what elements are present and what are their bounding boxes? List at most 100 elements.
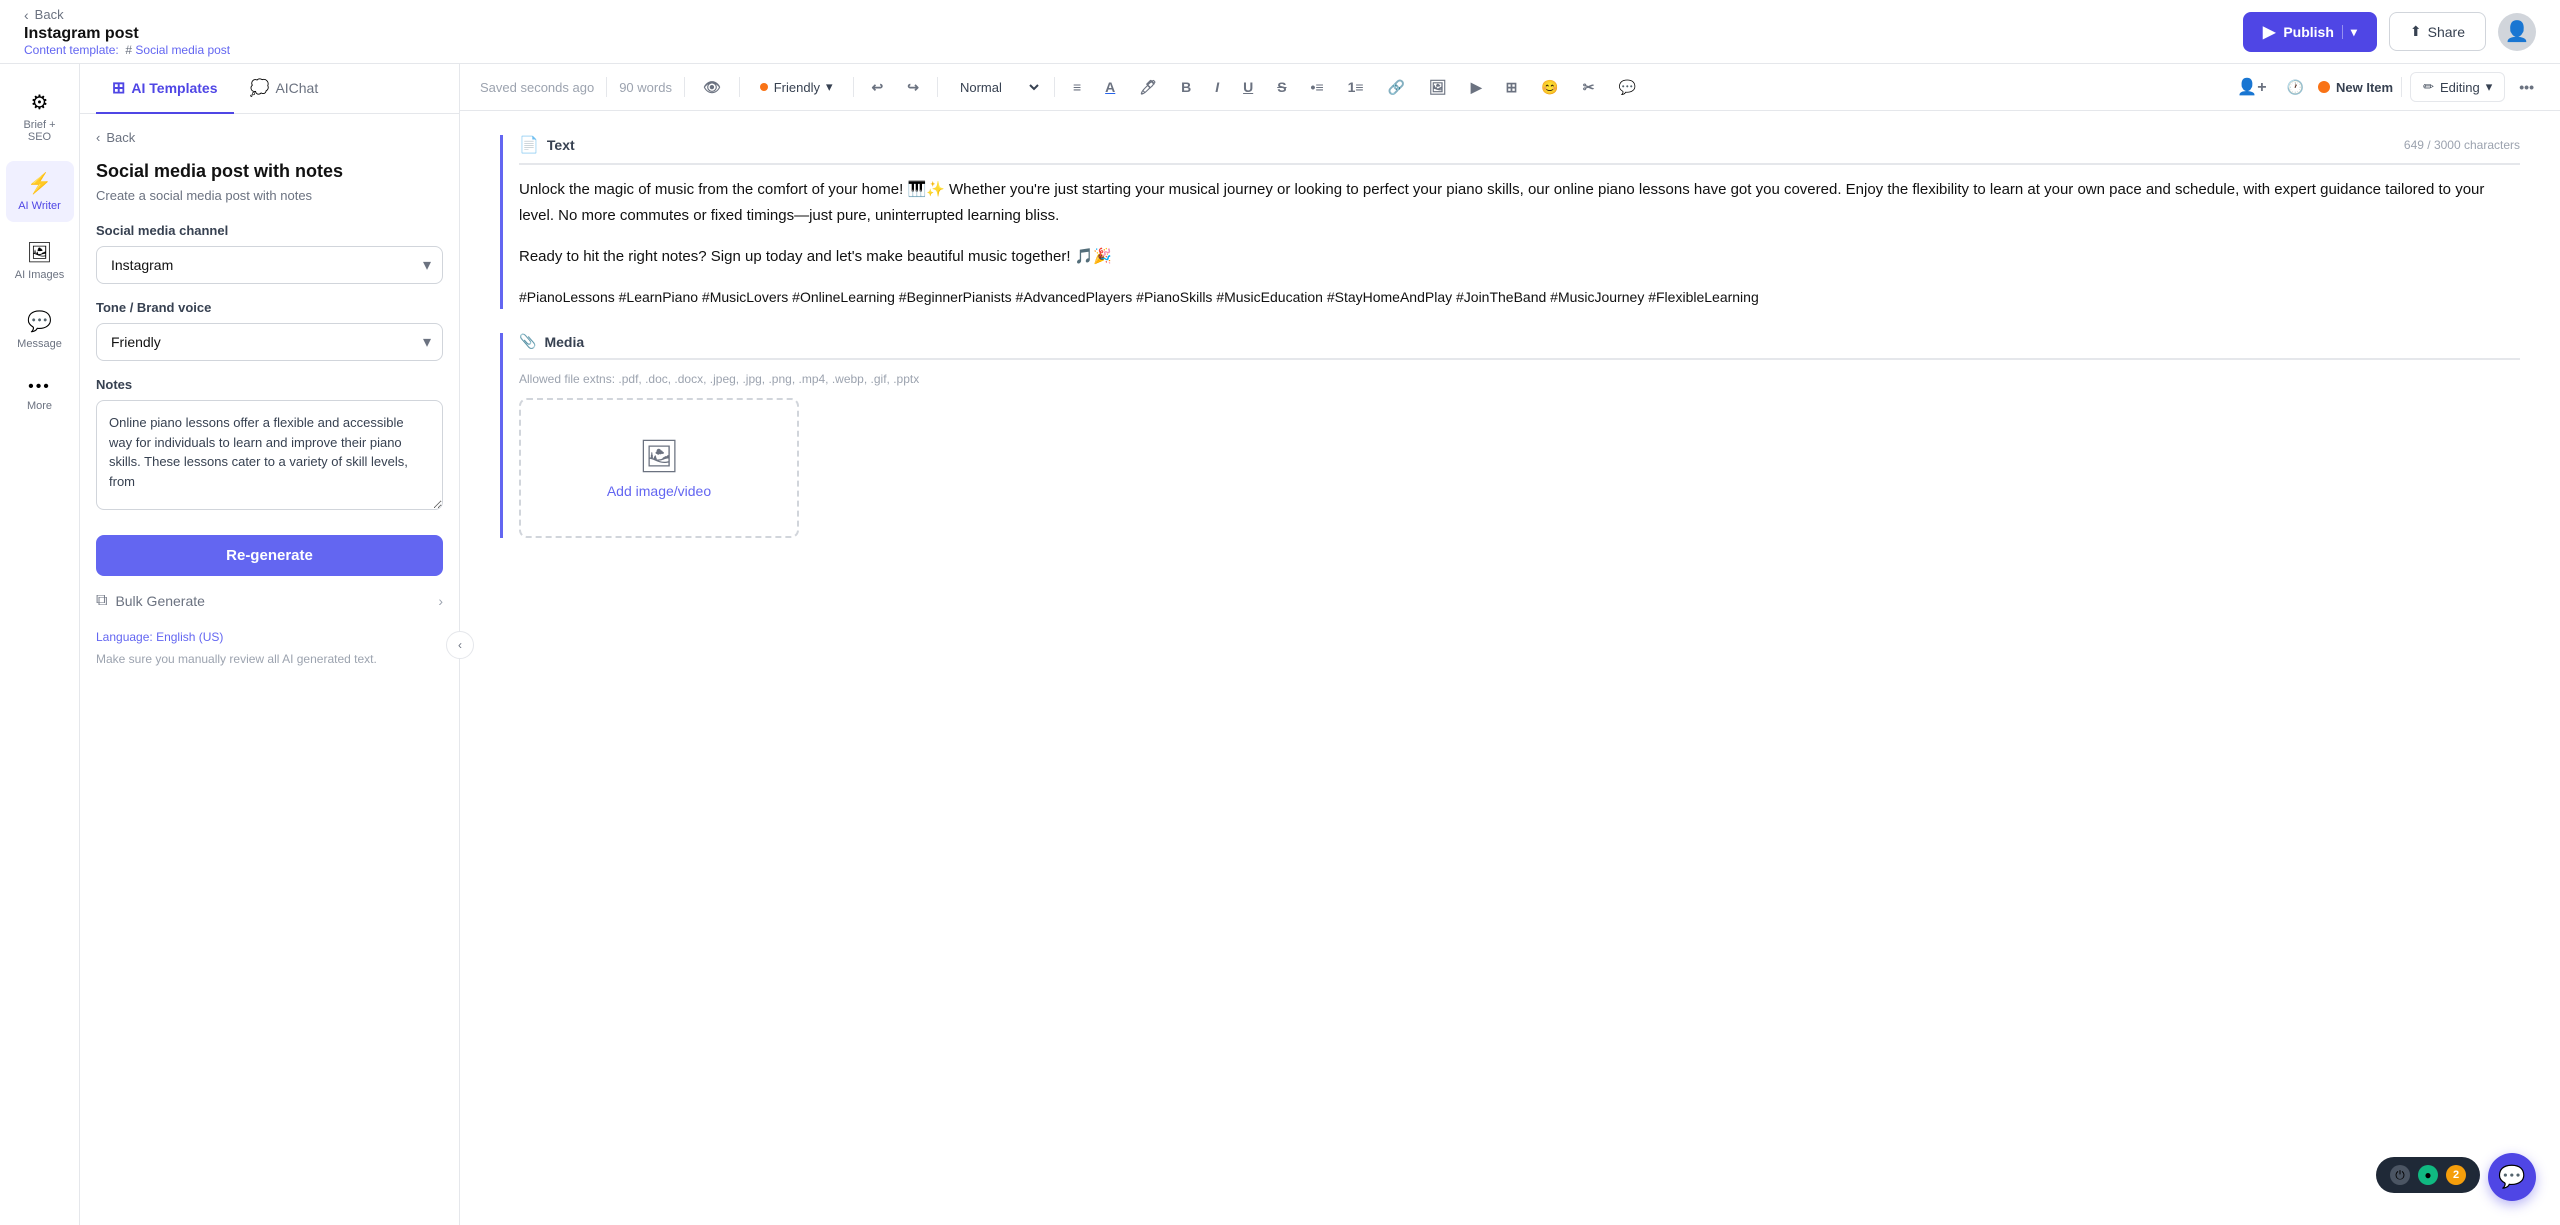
tone-dropdown[interactable]: Friendly ▾ — [752, 75, 841, 99]
chat-button[interactable]: 💬 — [2488, 1153, 2536, 1201]
sidebar-brief-seo-label: Brief + SEO — [14, 119, 66, 143]
divider-2 — [684, 77, 685, 97]
assign-user-button[interactable]: 👤+ — [2231, 73, 2272, 101]
bold-icon: B — [1181, 79, 1191, 95]
notes-textarea[interactable]: Online piano lessons offer a flexible an… — [96, 400, 443, 510]
divider-3 — [739, 77, 740, 97]
more-options-icon: ••• — [2519, 79, 2534, 95]
numbered-list-button[interactable]: 1≡ — [1342, 75, 1370, 99]
toolbar-right: 👤+ 🕐 New Item ✏ Editing ▾ •• — [2231, 72, 2540, 102]
history-button[interactable]: 🕐 — [2281, 75, 2310, 100]
editor-text[interactable]: Unlock the magic of music from the comfo… — [519, 177, 2520, 309]
breadcrumb-prefix: Content template: — [24, 43, 119, 57]
bulk-generate-icon: ⧉ — [96, 592, 107, 610]
sidebar-message-label: Message — [17, 338, 62, 350]
visibility-button[interactable]: 👁 — [697, 75, 727, 100]
more-options-button[interactable]: ••• — [2513, 75, 2540, 99]
breadcrumb: Content template: # Social media post — [24, 43, 230, 57]
upload-image-icon: 🖼 — [639, 437, 680, 475]
tab-ai-chat[interactable]: 💭 AIChat — [234, 64, 335, 114]
emoji-icon: 😊 — [1541, 79, 1558, 96]
bulk-generate-button[interactable]: ⧉ Bulk Generate › — [96, 592, 443, 610]
italic-button[interactable]: I — [1209, 75, 1225, 99]
undo-button[interactable]: ↩ — [866, 75, 890, 100]
header-right: ▶ Publish ▾ ⬆ Share 👤 — [2243, 12, 2536, 52]
assign-user-icon: 👤+ — [2237, 77, 2266, 97]
pencil-icon: ✏ — [2423, 79, 2434, 95]
left-panel: ⊞ AI Templates 💭 AIChat ‹ Back Social me… — [80, 64, 460, 1225]
divider-1 — [606, 77, 607, 97]
disclaimer-text: Make sure you manually review all AI gen… — [96, 652, 443, 666]
editing-mode-button[interactable]: ✏ Editing ▾ — [2410, 72, 2505, 102]
tone-select[interactable]: Friendly Professional Casual Formal — [96, 323, 443, 361]
avatar[interactable]: 👤 — [2498, 13, 2536, 51]
text-block-header: 📄 Text 649 / 3000 characters — [519, 135, 2520, 165]
bullet-list-icon: •≡ — [1311, 79, 1324, 95]
collapse-panel-button[interactable]: ‹ — [446, 631, 474, 659]
breadcrumb-link[interactable]: Social media post — [135, 43, 230, 57]
sidebar-item-more[interactable]: ••• More — [6, 368, 74, 422]
text-hashtags: #PianoLessons #LearnPiano #MusicLovers #… — [519, 286, 2520, 310]
bullet-list-button[interactable]: •≡ — [1305, 75, 1330, 99]
page-title: Instagram post — [24, 25, 230, 43]
bold-button[interactable]: B — [1175, 75, 1197, 99]
upload-link-label[interactable]: Add image/video — [607, 483, 711, 499]
allowed-file-types: Allowed file extns: .pdf, .doc, .docx, .… — [519, 372, 2520, 386]
redo-button[interactable]: ↪ — [901, 75, 925, 100]
share-button[interactable]: ⬆ Share — [2389, 12, 2486, 51]
tone-field-group: Tone / Brand voice Friendly Professional… — [96, 300, 443, 361]
language-value[interactable]: English (US) — [156, 630, 223, 644]
table-button[interactable]: ⊞ — [1500, 75, 1524, 100]
text-paragraph-2: Ready to hit the right notes? Sign up to… — [519, 244, 2520, 270]
more-icon: ••• — [28, 378, 51, 396]
sidebar-ai-writer-label: AI Writer — [18, 200, 61, 212]
strikethrough-button[interactable]: S — [1271, 75, 1292, 99]
emoji-button[interactable]: 😊 — [1535, 75, 1564, 100]
text-color-icon: A — [1105, 79, 1115, 95]
new-item-dot — [2318, 81, 2330, 93]
text-content-block: 📄 Text 649 / 3000 characters Unlock the … — [500, 135, 2520, 309]
strikethrough-icon: S — [1277, 79, 1286, 95]
panel-back-button[interactable]: ‹ Back — [96, 130, 443, 145]
link-icon: 🔗 — [1388, 79, 1405, 96]
redo-icon: ↪ — [907, 79, 919, 96]
publish-chevron-icon: ▾ — [2342, 25, 2357, 39]
publish-arrow-icon: ▶ — [2263, 22, 2275, 42]
table-icon: ⊞ — [1506, 79, 1518, 96]
indicator-badge: 2 — [2446, 1165, 2466, 1185]
image-insert-icon: 🖼 — [1429, 79, 1447, 96]
media-content-block: 📎 Media Allowed file extns: .pdf, .doc, … — [500, 333, 2520, 538]
tone-select-wrapper: Friendly Professional Casual Formal ▾ — [96, 323, 443, 361]
sidebar-item-ai-writer[interactable]: ⚡ AI Writer — [6, 161, 74, 222]
channel-label: Social media channel — [96, 223, 443, 238]
publish-button[interactable]: ▶ Publish ▾ — [2243, 12, 2377, 52]
sidebar-item-message[interactable]: 💬 Message — [6, 299, 74, 360]
image-insert-button[interactable]: 🖼 — [1423, 75, 1453, 100]
highlight-button[interactable]: 🖊 — [1133, 75, 1163, 100]
char-count: 649 / 3000 characters — [2404, 138, 2520, 152]
align-button[interactable]: ≡ — [1067, 75, 1087, 99]
publish-label: Publish — [2283, 24, 2334, 40]
tone-label: Tone / Brand voice — [96, 300, 443, 315]
cut-button[interactable]: ✂ — [1577, 75, 1601, 100]
sidebar-item-ai-images[interactable]: 🖼 AI Images — [6, 230, 74, 291]
text-color-button[interactable]: A — [1099, 75, 1121, 99]
sidebar-item-brief-seo[interactable]: ⚙ Brief + SEO — [6, 80, 74, 153]
media-block-label: Media — [544, 334, 584, 350]
text-block-title: 📄 Text — [519, 135, 575, 155]
link-button[interactable]: 🔗 — [1382, 75, 1411, 100]
underline-button[interactable]: U — [1237, 75, 1259, 99]
upload-area[interactable]: 🖼 Add image/video — [519, 398, 799, 538]
tone-chevron-icon: ▾ — [826, 79, 833, 95]
regenerate-button[interactable]: Re-generate — [96, 535, 443, 576]
comment-button[interactable]: 💬 — [1613, 75, 1642, 100]
text-paragraph-1: Unlock the magic of music from the comfo… — [519, 177, 2520, 228]
play-button[interactable]: ▶ — [1465, 75, 1488, 100]
indicator-active-icon: ● — [2418, 1165, 2438, 1185]
back-button[interactable]: ‹ Back — [24, 7, 230, 23]
channel-select[interactable]: Instagram Facebook Twitter LinkedIn TikT… — [96, 246, 443, 284]
tab-ai-templates[interactable]: ⊞ AI Templates — [96, 64, 234, 114]
top-header: ‹ Back Instagram post Content template: … — [0, 0, 2560, 64]
format-select[interactable]: Normal Heading 1 Heading 2 — [950, 75, 1042, 100]
share-label: Share — [2428, 24, 2465, 40]
